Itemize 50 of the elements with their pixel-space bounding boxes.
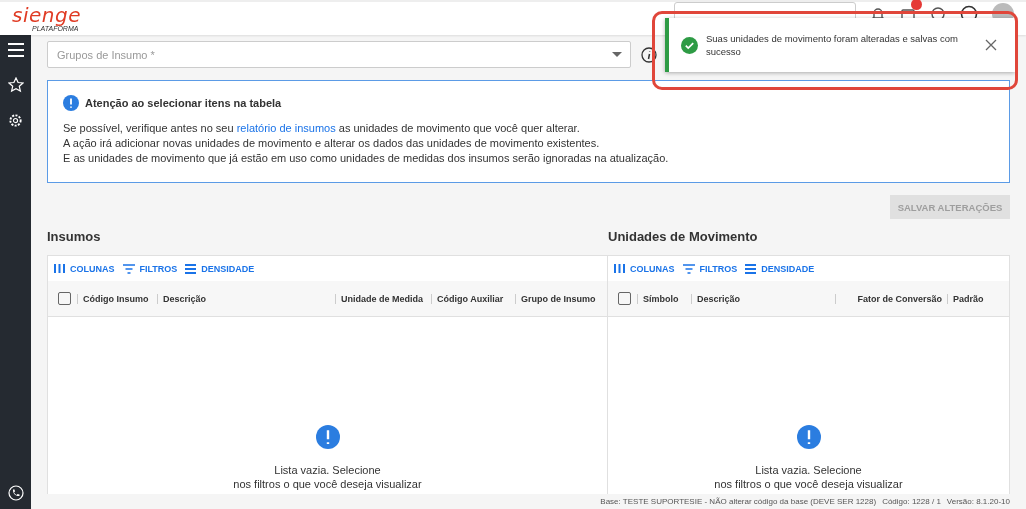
checkbox[interactable] [58, 292, 71, 305]
empty-message: Lista vazia. Selecione [273, 463, 382, 477]
logo: sienge [12, 5, 81, 25]
settings-icon[interactable] [8, 113, 23, 128]
column-header[interactable]: Grupo de Insumo [521, 293, 596, 304]
phone-icon[interactable] [7, 485, 24, 501]
exclamation-icon [796, 425, 821, 449]
exclamation-icon [63, 95, 79, 111]
toast-message: Suas unidades de movimento foram alteradas e salvas com sucesso [706, 32, 959, 58]
toolbar-button[interactable]: DENSIDADE [745, 263, 815, 274]
column-header[interactable]: Descrição [697, 293, 741, 304]
toolbar-button[interactable]: FILTROS [122, 263, 178, 274]
alert-text: A ação irá adicionar novas unidades de movimento e alterar os dados das unidades de movimento existentes. [63, 136, 601, 151]
status-text: Código: 1228 / 1 [882, 497, 941, 506]
check-icon [681, 36, 698, 54]
empty-message: nos filtros o que você deseja visualizar [233, 477, 422, 491]
report-link[interactable]: relatório de insumos [236, 122, 336, 134]
column-header[interactable]: Descrição [163, 293, 207, 304]
column-header[interactable]: Unidade de Medida [341, 293, 423, 304]
close-icon[interactable] [985, 39, 997, 51]
column-header[interactable]: Padrão [953, 293, 984, 304]
caret-icon [612, 52, 622, 57]
toolbar-button[interactable]: COLUNAS [54, 263, 115, 274]
alert-text: Se possível, verifique antes no seu relatório de insumos as unidades de movimento que você quer alterar. [63, 121, 581, 136]
checkbox[interactable] [618, 292, 631, 305]
columns-icon [614, 264, 625, 273]
density-icon [745, 263, 757, 274]
menu-icon[interactable] [7, 43, 24, 57]
section-title: Unidades de Movimento [608, 229, 759, 246]
columns-icon [54, 264, 65, 273]
toolbar-button[interactable]: FILTROS [682, 263, 738, 274]
star-icon[interactable] [7, 77, 24, 93]
column-header[interactable]: Código Insumo [83, 293, 149, 304]
column-header[interactable]: Fator de Conversão [857, 293, 942, 304]
column-header[interactable]: Código Auxiliar [437, 293, 504, 304]
filter-icon [122, 263, 135, 274]
toolbar-button[interactable]: COLUNAS [614, 263, 675, 274]
section-title: Insumos [47, 229, 102, 246]
toolbar-button[interactable]: DENSIDADE [185, 263, 255, 274]
column-header[interactable]: Símbolo [643, 293, 679, 304]
density-icon [185, 263, 197, 274]
status-text: Base: TESTE SUPORTESIE - NÃO alterar código da base (DEVE SER 1228) [600, 497, 877, 506]
info-icon[interactable] [641, 46, 657, 63]
filter-icon [682, 263, 695, 274]
alert-title: Atenção ao selecionar itens na tabela [85, 97, 282, 109]
empty-message: Lista vazia. Selecione [754, 463, 863, 477]
status-text: Versão: 8.1.20-10 [946, 497, 1010, 506]
alert-text: E as unidades de movimento que já estão em uso como unidades de medidas dos insumos serão ignoradas na atualização. [63, 151, 670, 166]
empty-message: nos filtros o que você deseja visualizar [714, 477, 903, 491]
exclamation-icon [315, 425, 340, 449]
